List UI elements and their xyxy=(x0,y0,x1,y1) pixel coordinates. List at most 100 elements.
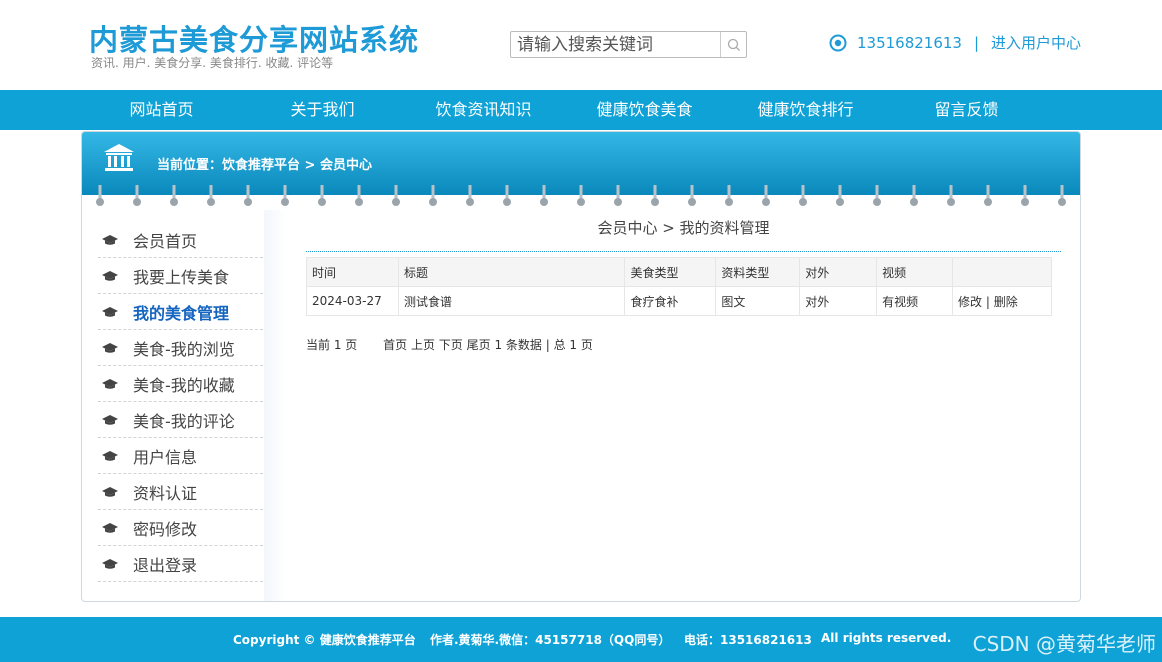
food-table: 时间 标题 美食类型 资料类型 对外 视频 2024-03-27 测试食谱 食疗… xyxy=(306,257,1052,316)
pager-prev[interactable]: 上页 xyxy=(411,336,435,353)
sidebar-item-label: 会员首页 xyxy=(133,231,198,251)
cell-time: 2024-03-27 xyxy=(306,286,399,316)
sidebar-item-label: 用户信息 xyxy=(133,447,198,467)
pager-first[interactable]: 首页 xyxy=(383,336,407,353)
binder-ring-bar xyxy=(320,185,324,199)
binder-ring-hole xyxy=(836,198,844,206)
header-phone: 13516821613 xyxy=(857,33,962,52)
binder-ring-hole xyxy=(947,198,955,206)
edit-link[interactable]: 修改 xyxy=(958,295,982,309)
sidebar-item-label: 退出登录 xyxy=(133,555,198,575)
search-icon xyxy=(727,38,740,51)
binder-ring-bar xyxy=(135,185,139,199)
breadcrumb: 当前位置：饮食推荐平台 > 会员中心 xyxy=(157,158,372,173)
footer-phone: 电话：13516821613 xyxy=(684,633,812,647)
binder-ring-hole xyxy=(503,198,511,206)
nav-item-food[interactable]: 健康饮食美食 xyxy=(564,90,725,130)
watermark: CSDN @黄菊华老师 xyxy=(972,632,1156,656)
binder-ring-bar xyxy=(1023,185,1027,199)
sidebar-item-label: 美食-我的评论 xyxy=(133,411,235,431)
pager-last[interactable]: 尾页 xyxy=(467,336,491,353)
sidebar-item-home[interactable]: 会员首页 xyxy=(98,222,263,258)
column-header-video: 视频 xyxy=(876,257,954,287)
column-header-data-type: 资料类型 xyxy=(715,257,801,287)
binder-ring-hole xyxy=(984,198,992,206)
binder-ring-hole xyxy=(207,198,215,206)
header-separator: | xyxy=(973,33,980,52)
delete-link[interactable]: 删除 xyxy=(994,295,1018,309)
graduation-cap-icon xyxy=(102,234,118,245)
header-contact: 13516821613 | 进入用户中心 xyxy=(829,32,1081,53)
binder-ring-hole xyxy=(318,198,326,206)
binder-ring-bar xyxy=(542,185,546,199)
graduation-cap-icon xyxy=(102,558,118,569)
binder-ring-bar xyxy=(579,185,583,199)
binder-ring-bar xyxy=(246,185,250,199)
binder-ring-hole xyxy=(614,198,622,206)
binder-ring-bar xyxy=(98,185,102,199)
binder-ring-bar xyxy=(838,185,842,199)
binder-ring-bar xyxy=(986,185,990,199)
table-row: 2024-03-27 测试食谱 食疗食补 图文 对外 有视频 修改 | 删除 xyxy=(306,286,1052,316)
binder-ring-bar xyxy=(801,185,805,199)
binder-ring-bar xyxy=(357,185,361,199)
graduation-cap-icon xyxy=(102,306,118,317)
binder-ring-hole xyxy=(577,198,585,206)
binder-ring-bar xyxy=(616,185,620,199)
binder-ring-hole xyxy=(873,198,881,206)
binder-ring-bar xyxy=(431,185,435,199)
binder-ring-hole xyxy=(540,198,548,206)
graduation-cap-icon xyxy=(102,378,118,389)
sidebar-item-label: 资料认证 xyxy=(133,483,198,503)
sidebar-item-label: 美食-我的浏览 xyxy=(133,339,235,359)
graduation-cap-icon xyxy=(102,270,118,281)
cell-data-type: 图文 xyxy=(715,286,801,316)
nav-item-feedback[interactable]: 留言反馈 xyxy=(886,90,1047,130)
member-panel: 当前位置：饮食推荐平台 > 会员中心 会员首页 我要上传美食 我的美食管理 美食… xyxy=(81,131,1081,602)
binder-ring-hole xyxy=(688,198,696,206)
pager-next[interactable]: 下页 xyxy=(439,336,463,353)
sidebar-item-browse-history[interactable]: 美食-我的浏览 xyxy=(98,330,263,366)
column-header-actions xyxy=(952,257,1052,287)
binder-ring-hole xyxy=(281,198,289,206)
binder-ring-hole xyxy=(1021,198,1029,206)
nav-item-ranking[interactable]: 健康饮食排行 xyxy=(725,90,886,130)
search-button[interactable] xyxy=(720,32,746,57)
action-divider: | xyxy=(985,294,990,309)
binder-ring-hole xyxy=(1058,198,1066,206)
sidebar-item-favorites[interactable]: 美食-我的收藏 xyxy=(98,366,263,402)
footer-author: 作者.黄菊华.微信：45157718（QQ同号） xyxy=(430,633,671,647)
nav-item-about[interactable]: 关于我们 xyxy=(242,90,403,130)
nav-item-news[interactable]: 饮食资讯知识 xyxy=(403,90,564,130)
sidebar-item-label: 美食-我的收藏 xyxy=(133,375,235,395)
binder-ring-bar xyxy=(912,185,916,199)
sidebar: 会员首页 我要上传美食 我的美食管理 美食-我的浏览 美食-我的收藏 美食-我的… xyxy=(98,222,263,582)
binder-ring-hole xyxy=(799,198,807,206)
site-title: 内蒙古美食分享网站系统 xyxy=(89,23,420,57)
graduation-cap-icon xyxy=(102,450,118,461)
sidebar-item-logout[interactable]: 退出登录 xyxy=(98,546,263,582)
binder-ring-hole xyxy=(244,198,252,206)
binder-ring-bar xyxy=(394,185,398,199)
sidebar-item-my-food[interactable]: 我的美食管理 xyxy=(98,294,263,330)
sidebar-item-user-info[interactable]: 用户信息 xyxy=(98,438,263,474)
sidebar-item-label: 我的美食管理 xyxy=(133,303,230,323)
nav-item-home[interactable]: 网站首页 xyxy=(81,90,242,130)
sidebar-item-upload-food[interactable]: 我要上传美食 xyxy=(98,258,263,294)
binder-ring-hole xyxy=(725,198,733,206)
binder-ring-bar xyxy=(875,185,879,199)
sidebar-item-comments[interactable]: 美食-我的评论 xyxy=(98,402,263,438)
sidebar-item-verification[interactable]: 资料认证 xyxy=(98,474,263,510)
search-input[interactable] xyxy=(511,32,720,57)
binder-ring-bar xyxy=(468,185,472,199)
pager-summary: 1 条数据 | 总 1 页 xyxy=(494,338,593,352)
graduation-cap-icon xyxy=(102,342,118,353)
main-nav: 网站首页 关于我们 饮食资讯知识 健康饮食美食 健康饮食排行 留言反馈 xyxy=(0,90,1162,130)
binder-ring-hole xyxy=(355,198,363,206)
binder-ring-bar xyxy=(209,185,213,199)
binder-ring-bar xyxy=(764,185,768,199)
sidebar-item-change-password[interactable]: 密码修改 xyxy=(98,510,263,546)
graduation-cap-icon xyxy=(102,486,118,497)
column-header-time: 时间 xyxy=(306,257,399,287)
user-center-link[interactable]: 进入用户中心 xyxy=(991,32,1081,53)
